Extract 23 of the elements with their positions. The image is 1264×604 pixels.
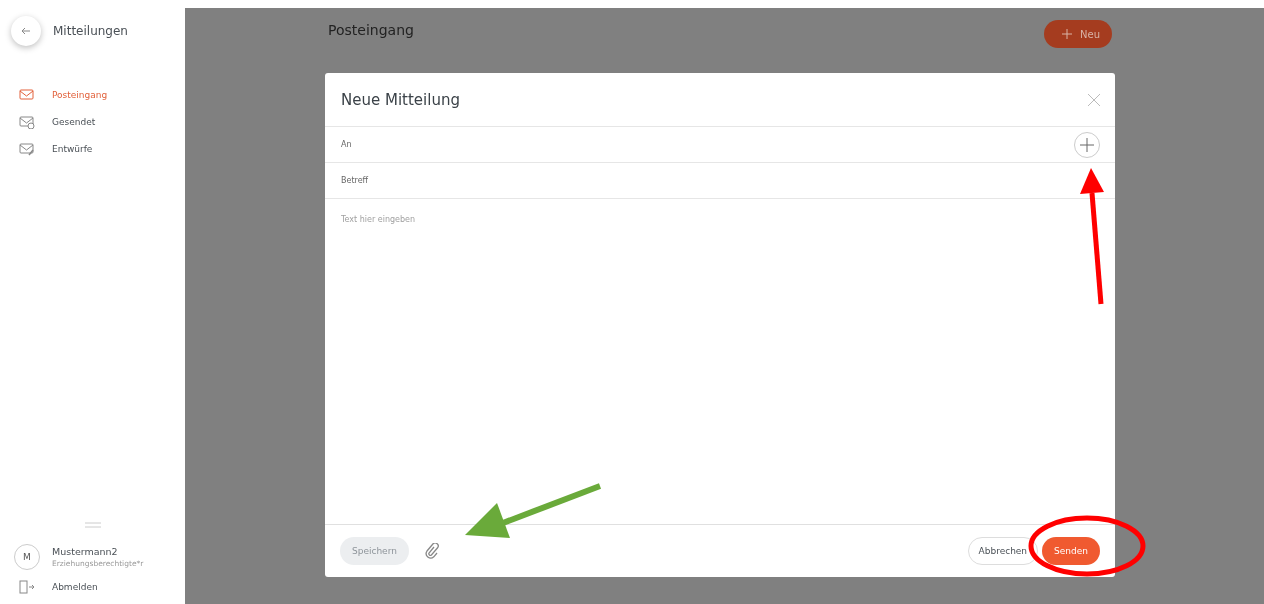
plus-icon [1080, 137, 1094, 152]
field-label: Betreff [341, 176, 369, 185]
page-title: Posteingang [328, 22, 414, 38]
sidebar-title: Mitteilungen [53, 24, 128, 38]
sidebar-item[interactable]: Entwürfe [19, 142, 185, 156]
cancel-button[interactable]: Abbrechen [967, 537, 1039, 565]
dialog-title: Neue Mitteilung [341, 90, 460, 109]
plus-icon [1062, 29, 1072, 39]
close-icon[interactable] [1087, 92, 1101, 107]
envelope-icon [19, 142, 35, 156]
arrow-left-icon [21, 27, 31, 35]
exit-door-icon [19, 580, 35, 594]
paperclip-icon[interactable] [424, 543, 439, 559]
envelope-icon [19, 115, 35, 129]
back-button[interactable] [11, 16, 41, 46]
logout-link[interactable]: Abmelden [0, 570, 185, 594]
user-name: Mustermann2 [52, 546, 119, 557]
sidebar-item[interactable]: Gesendet [19, 115, 185, 129]
sidebar-item[interactable]: Posteingang [19, 88, 185, 102]
drag-handle-icon[interactable] [84, 522, 101, 528]
add-recipient-button[interactable] [1074, 131, 1100, 158]
envelope-icon [19, 88, 35, 102]
field-label: An [341, 140, 352, 149]
